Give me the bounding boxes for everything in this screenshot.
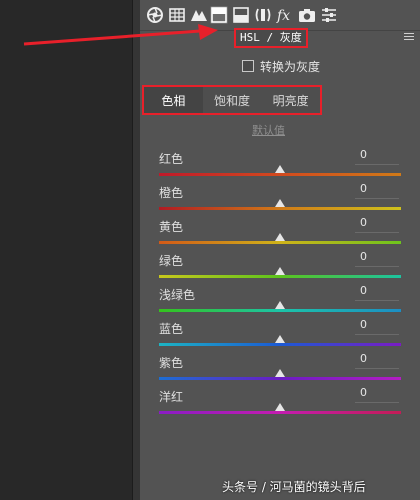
- tab-luminance[interactable]: 明亮度: [261, 87, 320, 113]
- slider-label-red: 红色: [159, 152, 184, 166]
- slider-value-orange[interactable]: 0: [360, 182, 402, 195]
- tab-saturation[interactable]: 饱和度: [203, 87, 262, 113]
- slider-row-aqua: 浅绿色 0: [140, 284, 420, 320]
- panel-title-row: HSL / 灰度: [140, 28, 420, 48]
- sliders-icon[interactable]: [320, 6, 338, 24]
- slider-value-underline: [355, 266, 399, 267]
- tab-hue[interactable]: 色相: [144, 87, 203, 113]
- slider-track-magenta[interactable]: [159, 411, 401, 414]
- panel-title: HSL / 灰度: [234, 28, 308, 48]
- svg-text:fx: fx: [276, 8, 290, 24]
- slider-row-yellow: 黄色 0: [140, 216, 420, 252]
- slider-thumb-blue[interactable]: [275, 335, 285, 343]
- split-toning-icon[interactable]: [232, 6, 250, 24]
- slider-value-blue[interactable]: 0: [360, 318, 402, 331]
- slider-track-blue[interactable]: [159, 343, 401, 346]
- lens-icon[interactable]: [254, 6, 272, 24]
- slider-value-yellow[interactable]: 0: [360, 216, 402, 229]
- slider-label-yellow: 黄色: [159, 220, 184, 234]
- grid-icon[interactable]: [168, 6, 186, 24]
- camera-icon[interactable]: [298, 6, 316, 24]
- slider-value-purple[interactable]: 0: [360, 352, 402, 365]
- slider-label-blue: 蓝色: [159, 322, 184, 336]
- slider-thumb-purple[interactable]: [275, 369, 285, 377]
- convert-grayscale-label: 转换为灰度: [260, 59, 321, 74]
- slider-value-underline: [355, 402, 399, 403]
- slider-value-green[interactable]: 0: [360, 250, 402, 263]
- slider-value-underline: [355, 164, 399, 165]
- slider-value-underline: [355, 300, 399, 301]
- panel-menu-icon[interactable]: [404, 33, 414, 41]
- slider-label-aqua: 浅绿色: [159, 288, 196, 302]
- slider-thumb-green[interactable]: [275, 267, 285, 275]
- slider-thumb-orange[interactable]: [275, 199, 285, 207]
- slider-row-blue: 蓝色 0: [140, 318, 420, 354]
- slider-track-red[interactable]: [159, 173, 401, 176]
- convert-grayscale-checkbox[interactable]: [242, 60, 254, 72]
- slider-row-red: 红色 0: [140, 148, 420, 184]
- watermark: 头条号 / 河马菌的镜头背后: [222, 480, 366, 494]
- workspace-background: [0, 0, 132, 500]
- mountains-icon[interactable]: [190, 6, 208, 24]
- slider-track-aqua[interactable]: [159, 309, 401, 312]
- slider-value-aqua[interactable]: 0: [360, 284, 402, 297]
- slider-label-green: 绿色: [159, 254, 184, 268]
- slider-value-underline: [355, 368, 399, 369]
- slider-row-purple: 紫色 0: [140, 352, 420, 388]
- slider-value-underline: [355, 334, 399, 335]
- default-link[interactable]: 默认值: [252, 122, 285, 138]
- slider-row-magenta: 洋红 0: [140, 386, 420, 422]
- slider-row-orange: 橙色 0: [140, 182, 420, 218]
- slider-track-purple[interactable]: [159, 377, 401, 380]
- slider-thumb-red[interactable]: [275, 165, 285, 173]
- slider-label-purple: 紫色: [159, 356, 184, 370]
- hsl-tabs: 色相 饱和度 明亮度: [142, 85, 322, 115]
- slider-value-underline: [355, 198, 399, 199]
- slider-value-red[interactable]: 0: [360, 148, 402, 161]
- slider-track-green[interactable]: [159, 275, 401, 278]
- slider-thumb-magenta[interactable]: [275, 403, 285, 411]
- slider-value-underline: [355, 232, 399, 233]
- slider-row-green: 绿色 0: [140, 250, 420, 286]
- fx-icon[interactable]: fx: [276, 6, 294, 24]
- slider-track-orange[interactable]: [159, 207, 401, 210]
- slider-value-magenta[interactable]: 0: [360, 386, 402, 399]
- convert-grayscale-option[interactable]: 转换为灰度: [242, 58, 320, 74]
- slider-thumb-aqua[interactable]: [275, 301, 285, 309]
- aperture-icon[interactable]: [146, 6, 164, 24]
- slider-track-yellow[interactable]: [159, 241, 401, 244]
- split-panel-icon[interactable]: [210, 6, 228, 24]
- slider-label-magenta: 洋红: [159, 390, 184, 404]
- slider-label-orange: 橙色: [159, 186, 184, 200]
- slider-thumb-yellow[interactable]: [275, 233, 285, 241]
